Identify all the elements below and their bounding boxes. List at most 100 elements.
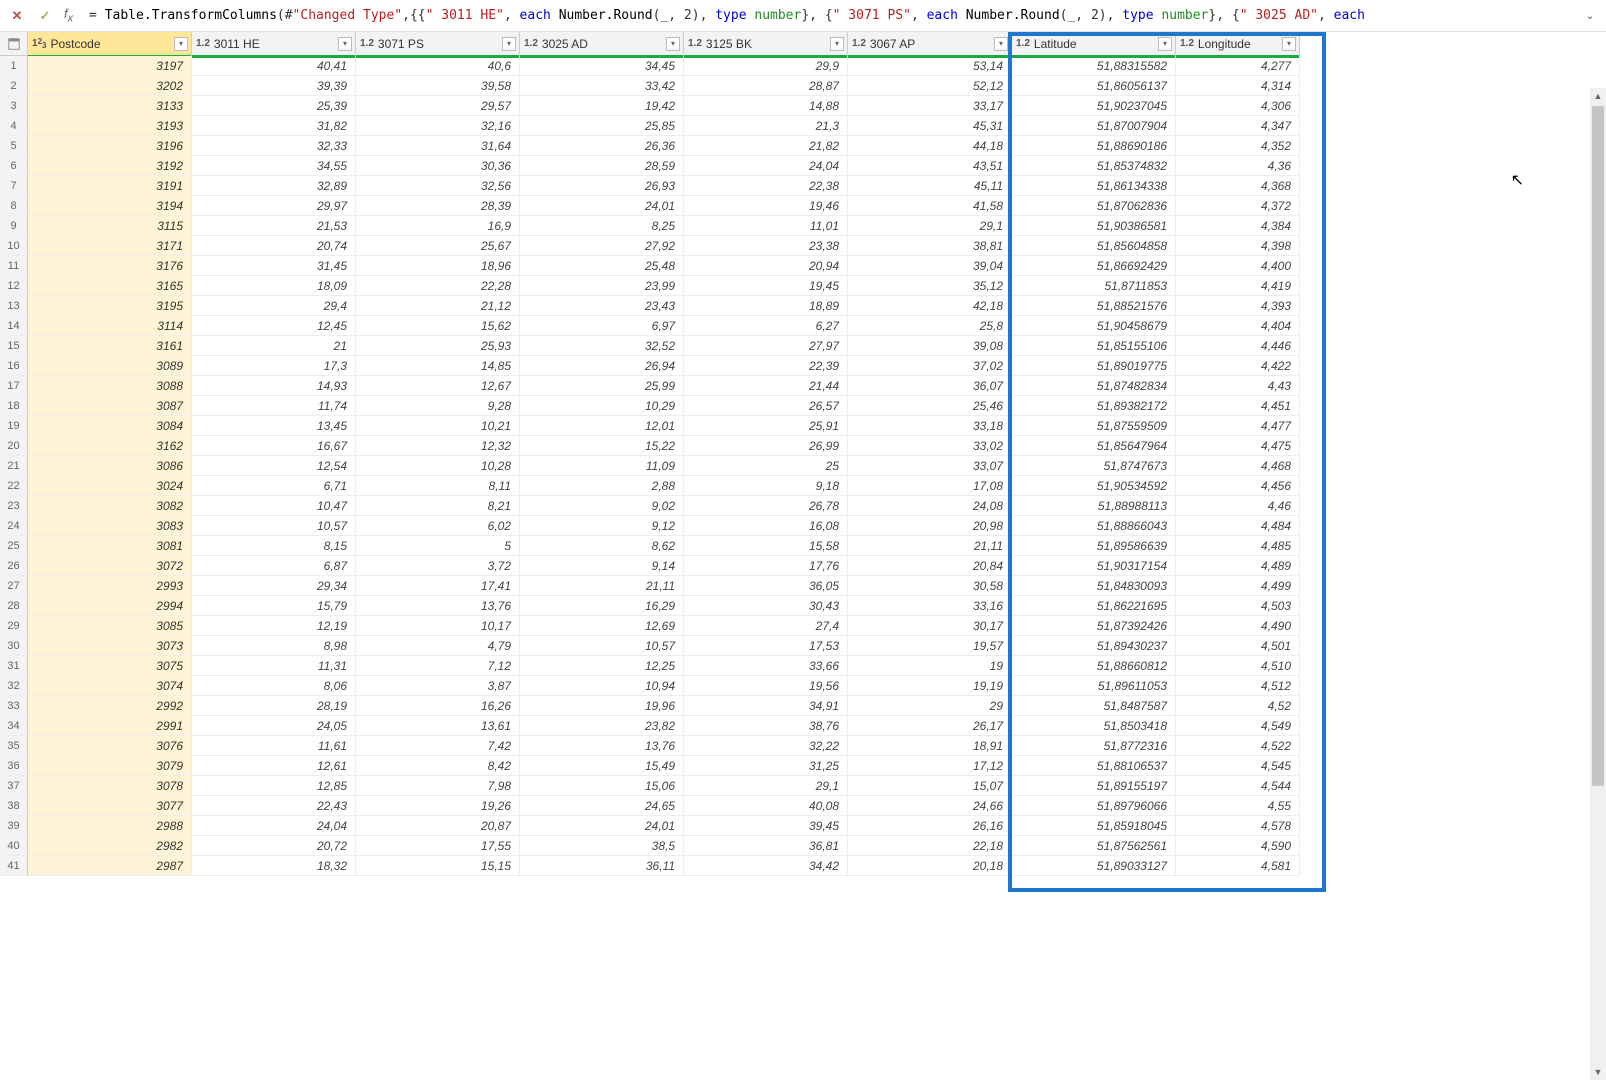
cell[interactable]: 33,16: [848, 596, 1012, 616]
cell[interactable]: 26,93: [520, 176, 684, 196]
cell[interactable]: 13,45: [192, 416, 356, 436]
cell[interactable]: 4,581: [1176, 856, 1300, 876]
cell[interactable]: 9,28: [356, 396, 520, 416]
cell[interactable]: 51,8772316: [1012, 736, 1176, 756]
cell[interactable]: 7,12: [356, 656, 520, 676]
cell[interactable]: 19,46: [684, 196, 848, 216]
cell[interactable]: 10,94: [520, 676, 684, 696]
cell[interactable]: 51,88521576: [1012, 296, 1176, 316]
column-header-3011-he[interactable]: 1.23011 HE▾: [192, 32, 356, 56]
cell[interactable]: 3078: [28, 776, 192, 796]
row-number[interactable]: 2: [0, 76, 28, 96]
cell[interactable]: 30,36: [356, 156, 520, 176]
cell[interactable]: 2988: [28, 816, 192, 836]
cell[interactable]: 10,47: [192, 496, 356, 516]
row-number[interactable]: 30: [0, 636, 28, 656]
cell[interactable]: 3,72: [356, 556, 520, 576]
row-number[interactable]: 28: [0, 596, 28, 616]
cell[interactable]: 51,89430237: [1012, 636, 1176, 656]
cell[interactable]: 4,451: [1176, 396, 1300, 416]
cell[interactable]: 3087: [28, 396, 192, 416]
column-header-3125-bk[interactable]: 1.23125 BK▾: [684, 32, 848, 56]
cell[interactable]: 51,89586639: [1012, 536, 1176, 556]
row-number[interactable]: 18: [0, 396, 28, 416]
cell[interactable]: 22,39: [684, 356, 848, 376]
cell[interactable]: 15,22: [520, 436, 684, 456]
cell[interactable]: 51,87559509: [1012, 416, 1176, 436]
cell[interactable]: 30,43: [684, 596, 848, 616]
cell[interactable]: 4,512: [1176, 676, 1300, 696]
table-row[interactable]: 35307611,617,4213,7632,2218,9151,8772316…: [0, 736, 1606, 756]
cell[interactable]: 12,54: [192, 456, 356, 476]
cell[interactable]: 3088: [28, 376, 192, 396]
table-row[interactable]: 27299329,3417,4121,1136,0530,5851,848300…: [0, 576, 1606, 596]
cell[interactable]: 51,89155197: [1012, 776, 1176, 796]
row-number[interactable]: 26: [0, 556, 28, 576]
cell[interactable]: 3085: [28, 616, 192, 636]
cell[interactable]: 28,39: [356, 196, 520, 216]
cell[interactable]: 4,499: [1176, 576, 1300, 596]
cell[interactable]: 3197: [28, 56, 192, 76]
cell[interactable]: 51,86134338: [1012, 176, 1176, 196]
cell[interactable]: 36,07: [848, 376, 1012, 396]
cell[interactable]: 24,04: [684, 156, 848, 176]
cell[interactable]: 30,58: [848, 576, 1012, 596]
cell[interactable]: 20,72: [192, 836, 356, 856]
table-row[interactable]: 38307722,4319,2624,6540,0824,6651,897960…: [0, 796, 1606, 816]
column-filter-icon[interactable]: ▾: [1282, 37, 1296, 51]
row-number[interactable]: 22: [0, 476, 28, 496]
cell[interactable]: 51,86056137: [1012, 76, 1176, 96]
row-number[interactable]: 8: [0, 196, 28, 216]
cell[interactable]: 22,38: [684, 176, 848, 196]
vertical-scrollbar[interactable]: ▲ ▼: [1590, 88, 1606, 1080]
table-row[interactable]: 3313325,3929,5719,4214,8833,1751,9023704…: [0, 96, 1606, 116]
decimal-type-icon[interactable]: 1.2: [360, 38, 374, 49]
row-number[interactable]: 7: [0, 176, 28, 196]
cell[interactable]: 4,419: [1176, 276, 1300, 296]
cell[interactable]: 33,66: [684, 656, 848, 676]
cell[interactable]: 14,88: [684, 96, 848, 116]
cell[interactable]: 26,57: [684, 396, 848, 416]
cell[interactable]: 24,01: [520, 816, 684, 836]
cell[interactable]: 8,15: [192, 536, 356, 556]
cell[interactable]: 12,32: [356, 436, 520, 456]
formula-expand-icon[interactable]: ⌄: [1582, 9, 1598, 22]
row-number[interactable]: 17: [0, 376, 28, 396]
cell[interactable]: 4,347: [1176, 116, 1300, 136]
table-row[interactable]: 14311412,4515,626,976,2725,851,904586794…: [0, 316, 1606, 336]
cell[interactable]: 12,45: [192, 316, 356, 336]
table-row[interactable]: 11317631,4518,9625,4820,9439,0451,866924…: [0, 256, 1606, 276]
cell[interactable]: 4,484: [1176, 516, 1300, 536]
table-row[interactable]: 31307511,317,1212,2533,661951,886608124,…: [0, 656, 1606, 676]
cell[interactable]: 25,48: [520, 256, 684, 276]
table-row[interactable]: 37307812,857,9815,0629,115,0751,89155197…: [0, 776, 1606, 796]
cell[interactable]: 17,41: [356, 576, 520, 596]
cell[interactable]: 25,85: [520, 116, 684, 136]
cell[interactable]: 27,92: [520, 236, 684, 256]
cell[interactable]: 4,503: [1176, 596, 1300, 616]
cell[interactable]: 12,69: [520, 616, 684, 636]
cell[interactable]: 32,22: [684, 736, 848, 756]
cell[interactable]: 3079: [28, 756, 192, 776]
cell[interactable]: 20,74: [192, 236, 356, 256]
row-number[interactable]: 29: [0, 616, 28, 636]
cell[interactable]: 3074: [28, 676, 192, 696]
table-row[interactable]: 16308917,314,8526,9422,3937,0251,8901977…: [0, 356, 1606, 376]
cell[interactable]: 23,38: [684, 236, 848, 256]
cell[interactable]: 17,12: [848, 756, 1012, 776]
cell[interactable]: 14,93: [192, 376, 356, 396]
cell[interactable]: 51,89382172: [1012, 396, 1176, 416]
cell[interactable]: 51,88988113: [1012, 496, 1176, 516]
cell[interactable]: 28,19: [192, 696, 356, 716]
cell[interactable]: 8,06: [192, 676, 356, 696]
formula-cancel-icon[interactable]: ✕: [8, 7, 26, 25]
cell[interactable]: 2994: [28, 596, 192, 616]
cell[interactable]: 9,14: [520, 556, 684, 576]
cell[interactable]: 3086: [28, 456, 192, 476]
table-row[interactable]: 3030738,984,7910,5717,5319,5751,89430237…: [0, 636, 1606, 656]
cell[interactable]: 11,01: [684, 216, 848, 236]
table-row[interactable]: 34299124,0513,6123,8238,7626,1751,850341…: [0, 716, 1606, 736]
cell[interactable]: 51,87482834: [1012, 376, 1176, 396]
cell[interactable]: 51,88866043: [1012, 516, 1176, 536]
table-row[interactable]: 33299228,1916,2619,9634,912951,84875874,…: [0, 696, 1606, 716]
